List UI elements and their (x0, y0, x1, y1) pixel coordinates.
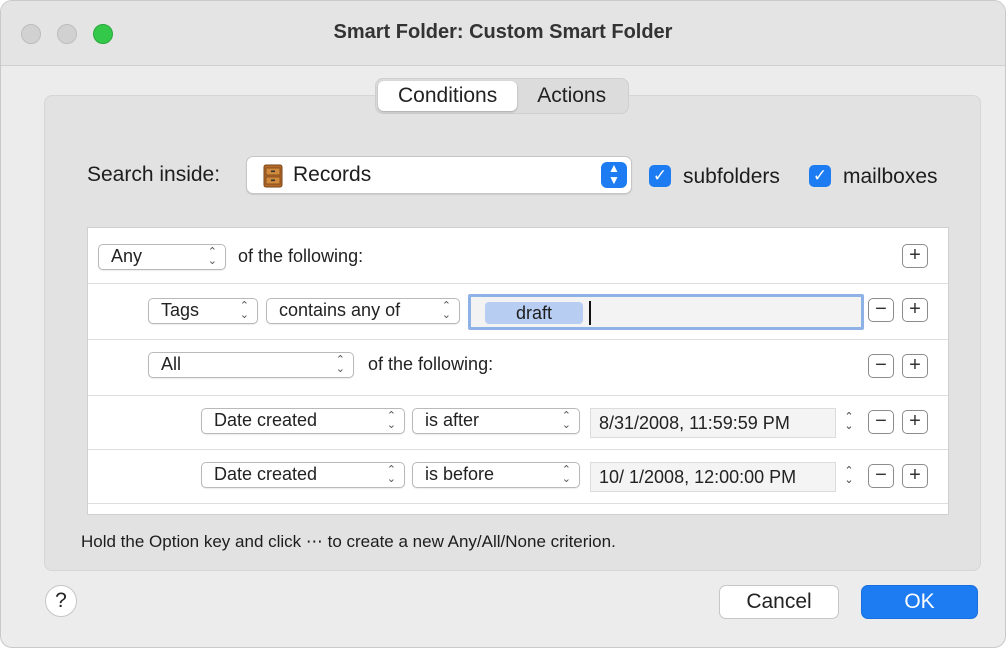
date-before-field-popup[interactable]: Date created ⌃ ⌄ (201, 462, 405, 488)
remove-criterion-button[interactable]: − (868, 464, 894, 488)
criteria-root-row: Any ⌃ ⌄ of the following: + (88, 228, 948, 284)
smart-folder-dialog: Smart Folder: Custom Smart Folder Condit… (0, 0, 1006, 648)
mailboxes-checkbox[interactable]: ✓ (809, 165, 831, 187)
date-after-field-popup[interactable]: Date created ⌃ ⌄ (201, 408, 405, 434)
help-button[interactable]: ? (45, 585, 77, 617)
group-suffix-label: of the following: (368, 354, 494, 374)
date-after-operator-value: is after (425, 410, 480, 430)
group-match-popup[interactable]: All ⌃ ⌄ (148, 352, 354, 378)
add-criterion-button[interactable]: + (902, 244, 928, 268)
root-match-value: Any (111, 246, 143, 266)
tags-operator-popup[interactable]: contains any of ⌃ ⌄ (266, 298, 460, 324)
criteria-row-all-group: All ⌃ ⌄ of the following: − + (88, 340, 948, 396)
chevron-updown-icon: ⌃ ⌄ (386, 410, 396, 431)
title-bar: Smart Folder: Custom Smart Folder (1, 1, 1005, 66)
root-suffix-label: of the following: (238, 246, 364, 266)
date-before-value: 10/ 1/2008, 12:00:00 PM (599, 467, 797, 487)
date-after-value: 8/31/2008, 11:59:59 PM (599, 413, 790, 433)
date-before-stepper-icon[interactable]: ⌃ ⌄ (842, 466, 856, 486)
chevron-updown-icon: ⌃ ⌄ (207, 246, 217, 267)
date-after-field-value: Date created (214, 410, 318, 430)
chevron-updown-icon: ⌃ ⌄ (335, 354, 345, 375)
tags-token-field[interactable]: draft (468, 294, 864, 330)
subfolders-label: subfolders (683, 165, 780, 188)
chevron-updown-icon: ⌃ ⌄ (441, 300, 451, 321)
tab-actions[interactable]: Actions (517, 81, 626, 111)
mailboxes-label: mailboxes (843, 165, 938, 188)
search-inside-label: Search inside: (87, 163, 221, 186)
remove-criterion-button[interactable]: − (868, 410, 894, 434)
date-before-operator-value: is before (425, 464, 495, 484)
criteria-row-date-before: Date created ⌃ ⌄ is before ⌃ ⌄ 10/ 1/2008,… (88, 450, 948, 504)
date-before-operator-popup[interactable]: is before ⌃ ⌄ (412, 462, 580, 488)
tags-operator-value: contains any of (279, 300, 401, 320)
tags-field-value: Tags (161, 300, 200, 320)
cancel-button[interactable]: Cancel (719, 585, 839, 619)
group-match-value: All (161, 354, 182, 374)
file-cabinet-icon (263, 164, 283, 188)
window-title: Smart Folder: Custom Smart Folder (333, 21, 673, 43)
date-before-field-value: Date created (214, 464, 318, 484)
chevron-updown-icon: ⌃ ⌄ (561, 464, 571, 485)
criteria-row-date-after: Date created ⌃ ⌄ is after ⌃ ⌄ 8/31/2008, 1… (88, 396, 948, 450)
search-location-value: Records (293, 163, 372, 186)
add-criterion-button[interactable]: + (902, 410, 928, 434)
chevron-updown-icon: ⌃ ⌄ (386, 464, 396, 485)
date-before-field[interactable]: 10/ 1/2008, 12:00:00 PM (590, 462, 836, 492)
tab-switcher: Conditions Actions (375, 78, 630, 114)
add-criterion-button[interactable]: + (902, 298, 928, 322)
chevron-updown-icon: ⌃ ⌄ (239, 300, 249, 321)
add-criterion-button[interactable]: + (902, 464, 928, 488)
chevron-updown-icon: ⌃ ⌄ (561, 410, 571, 431)
root-match-popup[interactable]: Any ⌃ ⌄ (98, 244, 226, 270)
date-after-field[interactable]: 8/31/2008, 11:59:59 PM (590, 408, 836, 438)
search-location-popup[interactable]: Records ▲ ▼ (246, 156, 632, 194)
date-after-stepper-icon[interactable]: ⌃ ⌄ (842, 412, 856, 432)
remove-criterion-button[interactable]: − (868, 298, 894, 322)
tags-field-popup[interactable]: Tags ⌃ ⌄ (148, 298, 258, 324)
tag-token-draft[interactable]: draft (485, 302, 583, 324)
criteria-list: Any ⌃ ⌄ of the following: + Tags ⌃ ⌄ conta… (87, 227, 949, 515)
option-key-hint: Hold the Option key and click ⋯ to creat… (81, 532, 616, 551)
date-after-operator-popup[interactable]: is after ⌃ ⌄ (412, 408, 580, 434)
add-criterion-button[interactable]: + (902, 354, 928, 378)
text-caret (589, 301, 591, 325)
popup-arrows-icon: ▲ ▼ (601, 162, 627, 188)
subfolders-checkbox[interactable]: ✓ (649, 165, 671, 187)
remove-criterion-button[interactable]: − (868, 354, 894, 378)
ok-button[interactable]: OK (861, 585, 978, 619)
criteria-row-tags: Tags ⌃ ⌄ contains any of ⌃ ⌄ draft − + (88, 284, 948, 340)
tab-conditions[interactable]: Conditions (378, 81, 518, 111)
